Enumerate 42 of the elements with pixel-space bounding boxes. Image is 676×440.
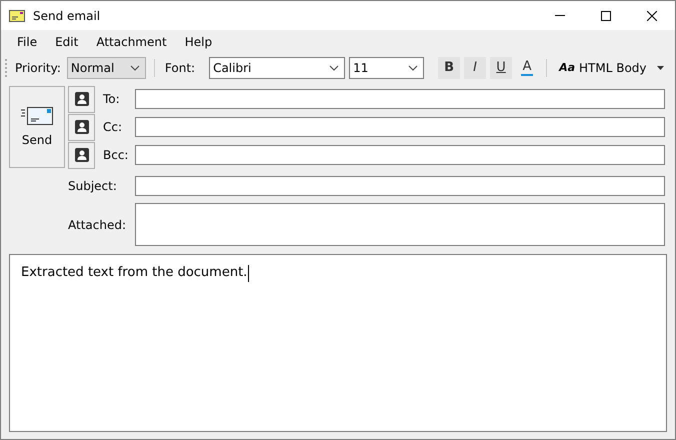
menu-item[interactable]: File bbox=[8, 35, 46, 49]
font-dropdown[interactable]: Calibri bbox=[209, 56, 346, 78]
chevron-icon bbox=[130, 64, 140, 70]
recipient-field[interactable] bbox=[135, 117, 665, 137]
menu-item[interactable]: Edit bbox=[46, 35, 88, 49]
priority-label: Priority: bbox=[14, 60, 62, 74]
recipient-field[interactable] bbox=[135, 89, 665, 109]
attachments-field[interactable] bbox=[135, 203, 665, 246]
chevron-icon bbox=[329, 64, 340, 70]
bold-button[interactable]: B bbox=[438, 56, 460, 78]
close-icon bbox=[647, 10, 657, 20]
font-label: Font: bbox=[164, 60, 196, 74]
underline-button[interactable]: U bbox=[490, 56, 512, 78]
recipient-label: Bcc: bbox=[103, 148, 130, 162]
subject-label: Subject: bbox=[68, 178, 118, 192]
minimize-icon bbox=[555, 15, 565, 16]
menu-item[interactable]: Attachment bbox=[87, 35, 176, 49]
recipient-label: Cc: bbox=[103, 120, 124, 134]
recipient-label: To: bbox=[103, 92, 121, 106]
recipient-field[interactable] bbox=[135, 145, 665, 165]
envelope-icon bbox=[21, 107, 53, 125]
contact-icon bbox=[74, 92, 88, 106]
contact-icon bbox=[74, 148, 88, 162]
priority-dropdown[interactable]: Normal bbox=[66, 56, 146, 78]
envelope-icon bbox=[9, 10, 25, 22]
font-color-button[interactable]: A bbox=[516, 56, 538, 78]
chevron-icon bbox=[408, 64, 418, 70]
subject-field[interactable] bbox=[135, 176, 665, 196]
message-body-field[interactable]: Extracted text from the document. bbox=[9, 254, 667, 432]
menu-item[interactable]: Help bbox=[176, 35, 222, 49]
address-book-button[interactable] bbox=[68, 86, 95, 112]
contact-icon bbox=[74, 120, 88, 134]
address-book-button[interactable] bbox=[68, 142, 95, 168]
address-book-button[interactable] bbox=[68, 114, 95, 140]
attached-label: Attached: bbox=[68, 218, 128, 232]
send-button[interactable]: Send bbox=[9, 86, 65, 168]
window-title: Send email bbox=[33, 8, 102, 22]
font-size-dropdown[interactable]: 11 bbox=[349, 56, 424, 78]
body-format-button[interactable]: Aa HTML Body bbox=[555, 60, 668, 74]
caret-icon bbox=[656, 66, 664, 70]
maximize-icon bbox=[601, 10, 611, 20]
italic-button[interactable]: I bbox=[464, 56, 486, 78]
